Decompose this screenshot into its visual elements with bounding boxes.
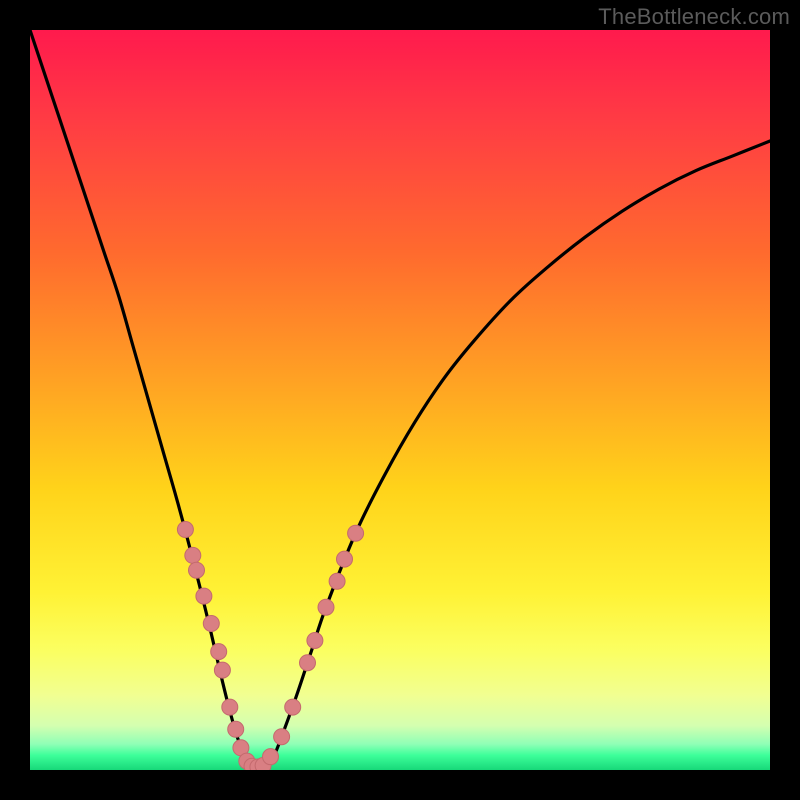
- data-marker: [203, 615, 219, 631]
- chart-svg: [30, 30, 770, 770]
- data-marker: [222, 699, 238, 715]
- data-marker: [274, 729, 290, 745]
- data-marker: [185, 547, 201, 563]
- data-marker: [285, 699, 301, 715]
- data-marker: [177, 522, 193, 538]
- bottleneck-curve: [30, 30, 770, 769]
- data-marker: [300, 655, 316, 671]
- plot-area: [30, 30, 770, 770]
- marker-group: [177, 522, 363, 771]
- data-marker: [211, 644, 227, 660]
- watermark-text: TheBottleneck.com: [598, 4, 790, 30]
- data-marker: [189, 562, 205, 578]
- data-marker: [337, 551, 353, 567]
- data-marker: [329, 573, 345, 589]
- data-marker: [348, 525, 364, 541]
- data-marker: [307, 633, 323, 649]
- data-marker: [263, 749, 279, 765]
- data-marker: [228, 721, 244, 737]
- data-marker: [196, 588, 212, 604]
- data-marker: [214, 662, 230, 678]
- data-marker: [318, 599, 334, 615]
- chart-frame: TheBottleneck.com: [0, 0, 800, 800]
